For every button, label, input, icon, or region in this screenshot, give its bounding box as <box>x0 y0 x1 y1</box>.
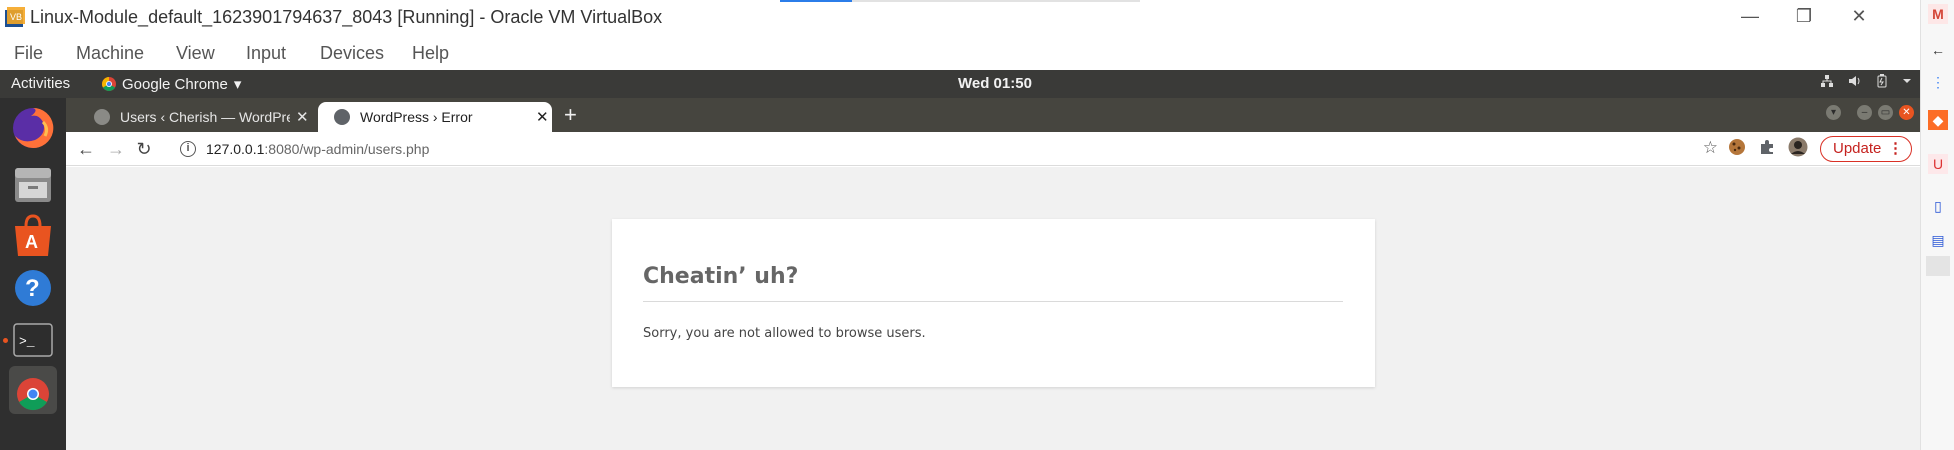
help-icon[interactable]: ? <box>9 264 57 312</box>
chevron-down-icon <box>1903 79 1911 83</box>
extensions-puzzle-icon[interactable] <box>1758 138 1776 156</box>
chrome-maximize-button[interactable]: ▭ <box>1878 105 1893 120</box>
divider <box>643 301 1343 302</box>
host-side-strip: M ← ⋮ ◆ U ▯ ▤ <box>1920 0 1954 450</box>
ubuntu-dock: A ? >_ <box>0 98 66 450</box>
globe-icon <box>94 109 110 125</box>
tab-search-icon[interactable]: ▾ <box>1826 105 1841 120</box>
tab-wordpress-error[interactable]: WordPress › Error ✕ <box>318 102 552 132</box>
svg-text:>_: >_ <box>19 334 35 349</box>
system-tray[interactable] <box>1820 74 1912 88</box>
close-window-button[interactable]: ✕ <box>1847 4 1871 28</box>
terminal-icon[interactable]: >_ <box>9 316 57 364</box>
battery-icon <box>1877 74 1887 88</box>
app-menu-label: Google Chrome <box>122 75 228 93</box>
menu-machine[interactable]: Machine <box>76 43 144 64</box>
menu-input[interactable]: Input <box>246 43 286 64</box>
address-bar[interactable]: i 127.0.0.1:8080/wp-admin/users.php ☆ <box>174 135 1724 163</box>
globe-icon <box>334 109 350 125</box>
error-message: Sorry, you are not allowed to browse use… <box>643 326 926 341</box>
vbox-progress-bar <box>780 0 1140 2</box>
file-icon[interactable]: ▤ <box>1928 230 1948 250</box>
forward-arrow-icon[interactable]: → <box>104 137 128 161</box>
gitlab-icon[interactable]: ◆ <box>1928 110 1948 130</box>
vbox-titlebar: VB Linux-Module_default_1623901794637_80… <box>0 0 1920 34</box>
app-menu[interactable]: Google Chrome ▾ <box>102 75 241 93</box>
window-title: Linux-Module_default_1623901794637_8043 … <box>30 7 663 27</box>
minimize-button[interactable]: — <box>1738 4 1762 28</box>
back-arrow-icon[interactable]: ← <box>1928 40 1948 60</box>
svg-text:VB: VB <box>10 12 22 22</box>
info-icon[interactable]: i <box>180 141 196 157</box>
url-text: 127.0.0.1:8080/wp-admin/users.php <box>206 141 429 157</box>
tab-title: Users ‹ Cherish — WordPress <box>120 109 290 125</box>
sidebar-slot[interactable] <box>1926 256 1950 276</box>
svg-text:A: A <box>25 232 38 252</box>
cookie-extension-icon[interactable] <box>1728 138 1746 156</box>
close-tab-icon[interactable]: ✕ <box>536 108 549 126</box>
restore-button[interactable]: ❐ <box>1792 4 1816 28</box>
clock[interactable]: Wed 01:50 <box>958 75 1032 92</box>
error-box: Cheatin’ uh? Sorry, you are not allowed … <box>612 219 1375 387</box>
menu-view[interactable]: View <box>176 43 215 64</box>
menu-help[interactable]: Help <box>412 43 449 64</box>
volume-icon <box>1849 76 1860 86</box>
menu-file[interactable]: File <box>14 43 43 64</box>
chrome-icon <box>102 77 116 91</box>
activities-button[interactable]: Activities <box>11 75 70 92</box>
virtualbox-logo-icon: VB <box>5 7 25 27</box>
apps-grid-icon[interactable]: ⋮ <box>1928 72 1948 92</box>
chrome-minimize-button[interactable]: – <box>1857 105 1872 120</box>
page-viewport: Cheatin’ uh? Sorry, you are not allowed … <box>66 167 1920 450</box>
error-title: Cheatin’ uh? <box>643 264 799 289</box>
new-tab-button[interactable]: + <box>564 104 577 126</box>
vbox-menubar: File Machine View Input Devices Help <box>0 34 1920 70</box>
bookmark-u-icon[interactable]: U <box>1928 154 1948 174</box>
more-options-icon: ⋮ <box>1888 140 1903 157</box>
terminal-running-indicator <box>3 338 8 343</box>
url-path: :8080/wp-admin/users.php <box>264 141 430 157</box>
chrome-close-button[interactable]: ✕ <box>1899 105 1914 120</box>
menu-devices[interactable]: Devices <box>320 43 384 64</box>
bookmark-star-icon[interactable]: ☆ <box>1703 138 1718 158</box>
document-icon[interactable]: ▯ <box>1928 196 1948 216</box>
chevron-down-icon: ▾ <box>233 76 242 93</box>
chrome-icon <box>17 378 49 411</box>
tab-title: WordPress › Error <box>360 109 473 125</box>
chrome-toolbar: ← → ↻ i 127.0.0.1:8080/wp-admin/users.ph… <box>66 132 1920 166</box>
firefox-icon[interactable] <box>9 104 57 152</box>
gmail-icon[interactable]: M <box>1928 4 1948 24</box>
tab-users[interactable]: Users ‹ Cherish — WordPress ✕ <box>78 102 318 132</box>
chrome-tabbar: Users ‹ Cherish — WordPress ✕ WordPress … <box>66 98 1920 132</box>
files-icon[interactable] <box>9 160 57 208</box>
url-host: 127.0.0.1 <box>206 141 265 157</box>
chrome-window-controls: ▾ – ▭ ✕ <box>1826 105 1920 120</box>
network-icon <box>1821 75 1833 87</box>
software-center-icon[interactable]: A <box>9 212 57 260</box>
chrome-dock-item[interactable] <box>9 366 57 414</box>
ubuntu-top-panel: Activities Google Chrome ▾ Wed 01:50 <box>0 70 1920 98</box>
close-tab-icon[interactable]: ✕ <box>296 108 309 126</box>
update-button[interactable]: Update ⋮ <box>1820 136 1912 162</box>
update-label: Update <box>1833 140 1882 157</box>
avatar[interactable] <box>1788 137 1808 157</box>
reload-icon[interactable]: ↻ <box>132 137 156 161</box>
extension-area <box>1728 137 1808 157</box>
svg-text:?: ? <box>25 275 40 302</box>
back-arrow-icon[interactable]: ← <box>74 137 98 161</box>
